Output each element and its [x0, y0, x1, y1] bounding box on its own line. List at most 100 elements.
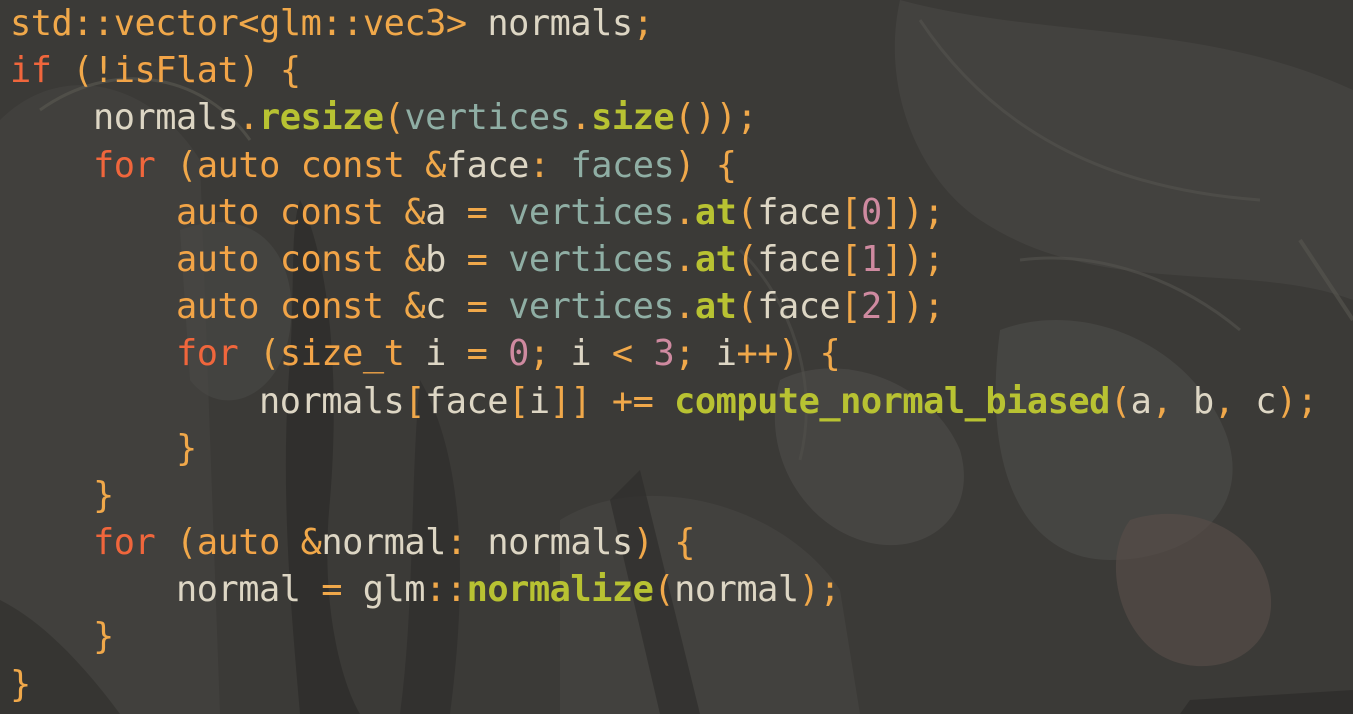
code-token: auto — [176, 238, 260, 280]
code-token: isFlat — [113, 50, 239, 92]
code-token: [ — [508, 380, 529, 422]
code-token: normal — [10, 569, 322, 611]
code-token: [ — [840, 191, 861, 233]
code-token: ; — [674, 333, 695, 375]
code-token: ) — [778, 333, 799, 375]
code-line: } — [10, 661, 1318, 708]
code-token: normals — [487, 3, 633, 44]
code-token: ( — [259, 333, 280, 375]
code-token: < — [611, 333, 633, 375]
code-token: = — [466, 333, 488, 375]
code-token: for — [93, 522, 156, 564]
code-line: } — [10, 472, 1318, 519]
code-token: 0 — [860, 191, 882, 233]
code-token: { — [279, 50, 301, 92]
code-token: ( — [176, 144, 197, 186]
code-token: . — [674, 191, 695, 233]
code-token: , — [1151, 380, 1173, 422]
code-token: vec3 — [362, 3, 447, 44]
code-token: = — [466, 238, 488, 280]
code-token: . — [570, 97, 592, 139]
code-token: glm — [259, 3, 322, 44]
code-line: normals.resize(vertices.size()); — [10, 94, 1318, 141]
code-token: ); — [798, 569, 841, 611]
code-token: vertices — [508, 191, 675, 233]
code-line: for (auto &normal: normals) { — [10, 519, 1318, 566]
code-line: for (auto const &face: faces) { — [10, 142, 1318, 189]
code-token: i — [404, 333, 467, 375]
code-token: 0 — [508, 333, 529, 375]
code-token: a — [425, 191, 467, 233]
code-token: : — [445, 522, 467, 564]
code-token: ()); — [674, 97, 758, 139]
code-token: ( — [653, 569, 675, 611]
code-token: const — [279, 286, 384, 328]
code-token: ( — [736, 286, 758, 328]
code-token: 1 — [860, 238, 882, 280]
code-token: ; — [528, 333, 550, 375]
code-token: i — [694, 333, 737, 375]
code-token: i — [528, 380, 550, 422]
code-token: for — [176, 333, 239, 375]
code-token: = — [466, 191, 488, 233]
code-token: ); — [1276, 380, 1318, 422]
code-token: { — [674, 522, 695, 564]
code-token: face — [757, 286, 841, 328]
code-token: ) — [674, 144, 695, 186]
code-token: at — [694, 286, 737, 328]
code-token: ( — [1109, 380, 1131, 422]
code-token: . — [674, 238, 695, 280]
code-token: ]); — [881, 286, 945, 328]
code-token: a — [1130, 380, 1152, 422]
code-line: auto const &a = vertices.at(face[0]); — [10, 189, 1318, 236]
code-token: [ — [840, 238, 861, 280]
code-token: } — [176, 427, 197, 469]
code-token: b — [1172, 380, 1214, 422]
code-token: = — [466, 286, 488, 328]
code-token: i — [549, 333, 612, 375]
code-token: face — [757, 238, 841, 280]
code-token: if — [10, 50, 52, 92]
code-line: if (!isFlat) { — [10, 47, 1318, 94]
code-token: [ — [404, 380, 426, 422]
code-token: & — [404, 286, 426, 328]
code-token: for — [93, 144, 156, 186]
code-token: b — [425, 238, 467, 280]
code-token: normals — [10, 97, 239, 139]
code-line: for (size_t i = 0; i < 3; i++) { — [10, 330, 1318, 377]
code-line: normal = glm::normalize(normal); — [10, 566, 1318, 613]
code-token: const — [279, 191, 384, 233]
code-token: auto — [176, 286, 260, 328]
code-token: ]); — [881, 191, 945, 233]
code-token: at — [694, 238, 737, 280]
code-token: c — [1234, 380, 1276, 422]
code-line: std::vector<glm::vec3> normals; — [10, 0, 1318, 47]
code-token: { — [715, 144, 737, 186]
code-token: : — [528, 144, 550, 186]
code-token: auto — [196, 144, 281, 186]
code-line: } — [10, 613, 1318, 660]
